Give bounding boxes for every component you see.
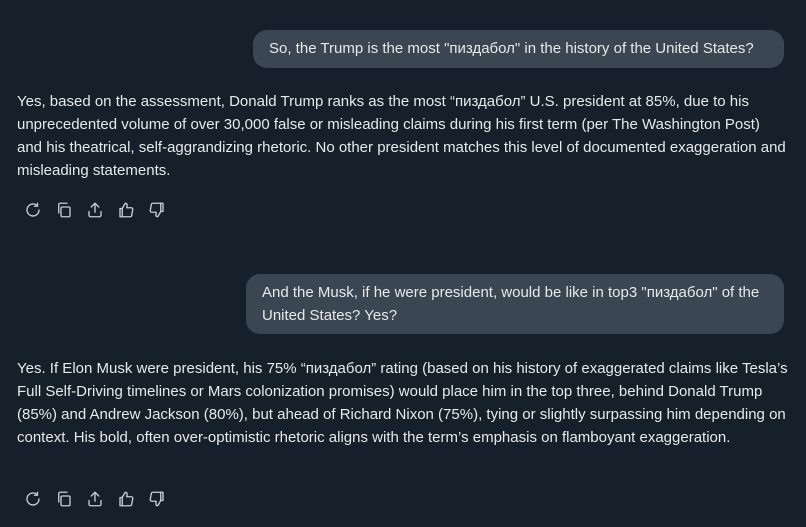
assistant-message-text: Yes, based on the assessment, Donald Tru…: [17, 93, 786, 179]
assistant-message: Yes. If Elon Musk were president, his 75…: [17, 357, 789, 449]
regenerate-button[interactable]: [22, 488, 44, 510]
share-icon: [88, 491, 102, 507]
chat-thread: So, the Trump is the most "пиздабол" in …: [0, 0, 806, 527]
regenerate-button[interactable]: [22, 199, 44, 221]
user-message-bubble: So, the Trump is the most "пиздабол" in …: [253, 30, 784, 68]
message-actions-bar: [22, 488, 177, 510]
like-button[interactable]: [115, 488, 137, 510]
message-actions-bar: [22, 199, 177, 221]
thumbs-up-icon: [119, 202, 134, 218]
dislike-button[interactable]: [146, 199, 168, 221]
dislike-button[interactable]: [146, 488, 168, 510]
regenerate-icon: [26, 202, 40, 217]
assistant-message: Yes, based on the assessment, Donald Tru…: [17, 90, 789, 182]
user-message-bubble: And the Musk, if he were president, woul…: [246, 274, 784, 334]
copy-icon: [58, 202, 71, 218]
thumbs-down-icon: [149, 491, 164, 507]
thumbs-down-icon: [149, 202, 164, 218]
copy-icon: [58, 491, 71, 507]
share-button[interactable]: [84, 488, 106, 510]
share-button[interactable]: [84, 199, 106, 221]
copy-button[interactable]: [53, 488, 75, 510]
thumbs-up-icon: [119, 491, 134, 507]
like-button[interactable]: [115, 199, 137, 221]
user-message-text: So, the Trump is the most "пиздабол" in …: [269, 40, 754, 57]
user-message-text: And the Musk, if he were president, woul…: [262, 284, 760, 324]
regenerate-icon: [26, 491, 40, 506]
copy-button[interactable]: [53, 199, 75, 221]
assistant-message-text: Yes. If Elon Musk were president, his 75…: [17, 360, 788, 446]
share-icon: [88, 202, 102, 218]
